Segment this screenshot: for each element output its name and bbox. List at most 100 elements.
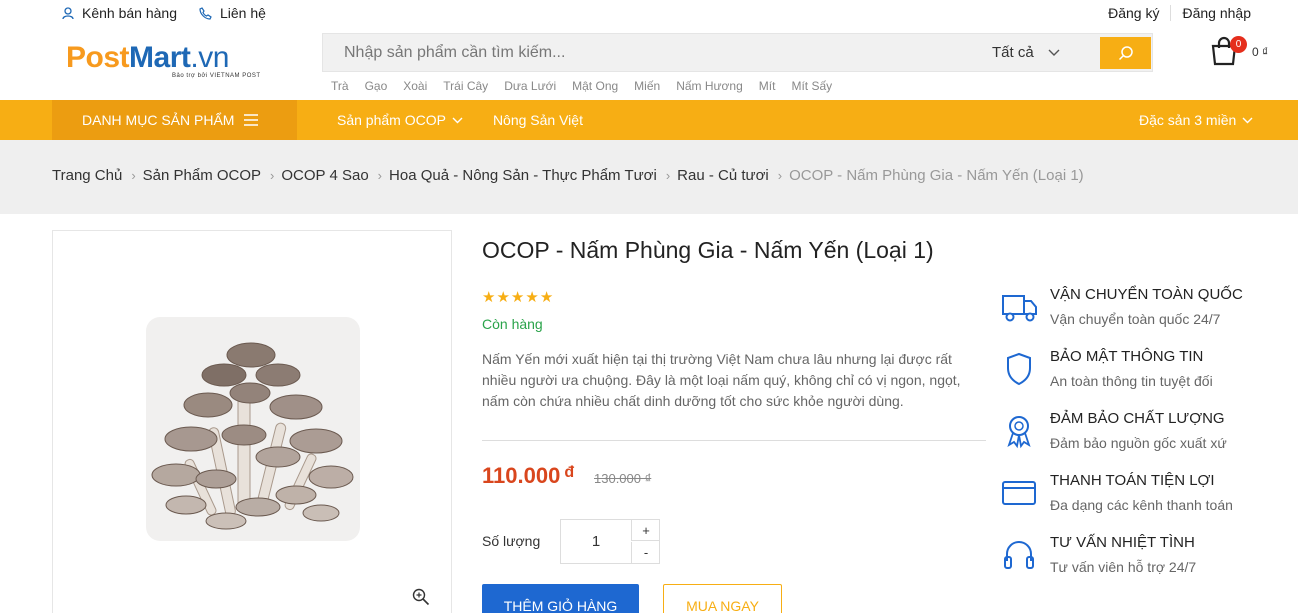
old-price: 130.000 ₫	[594, 471, 652, 486]
feature-security: BẢO MẬT THÔNG TIN An toàn thông tin tuyệ…	[1000, 348, 1290, 398]
zoom-in-icon	[412, 588, 430, 606]
search-tag[interactable]: Dưa Lưới	[504, 79, 556, 93]
chevron-right-icon: ›	[270, 168, 275, 183]
feature-title: TƯ VẤN NHIỆT TÌNH	[1050, 534, 1195, 551]
feature-quality: ĐẢM BẢO CHẤT LƯỢNG Đảm bảo nguồn gốc xuấ…	[1000, 410, 1290, 460]
search-tag[interactable]: Xoài	[403, 79, 427, 93]
feature-title: BẢO MẬT THÔNG TIN	[1050, 348, 1204, 365]
star-icon: ★	[482, 289, 496, 306]
popular-search-tags: Trà Gạo Xoài Trái Cây Dưa Lưới Mật Ong M…	[331, 79, 848, 93]
categories-label: DANH MỤC SẢN PHẨM	[82, 112, 235, 128]
search-button[interactable]	[1100, 37, 1151, 69]
register-link[interactable]: Đăng ký	[1097, 5, 1170, 21]
star-icon: ★	[525, 289, 539, 306]
rating-stars: ★ ★ ★ ★ ★	[482, 288, 553, 306]
buy-now-button[interactable]: MUA NGAY	[663, 584, 782, 613]
feature-support: TƯ VẤN NHIỆT TÌNH Tư vấn viên hỗ trợ 24/…	[1000, 534, 1290, 584]
stock-status: Còn hàng	[482, 316, 543, 332]
product-title: OCOP - Nấm Phùng Gia - Nấm Yến (Loại 1)	[482, 237, 934, 263]
search-tag[interactable]: Trà	[331, 79, 349, 93]
breadcrumb-item[interactable]: Rau - Củ tươi	[677, 167, 769, 185]
product-image-frame	[52, 230, 452, 613]
feature-subtitle: Tư vấn viên hỗ trợ 24/7	[1050, 559, 1197, 575]
feature-title: THANH TOÁN TIỆN LỢI	[1050, 472, 1215, 489]
user-icon	[62, 6, 74, 19]
nav-item-label: Sản phẩm OCOP	[337, 112, 446, 128]
feature-title: VẬN CHUYỂN TOÀN QUỐC	[1050, 286, 1243, 303]
contact-link[interactable]: Liên hệ	[199, 5, 266, 21]
search-icon	[1118, 46, 1133, 61]
chevron-down-icon	[452, 117, 463, 123]
nav-item-nong-san-viet[interactable]: Nông Sản Việt	[493, 112, 583, 128]
seller-channel-link[interactable]: Kênh bán hàng	[62, 5, 177, 21]
nav-item-dac-san[interactable]: Đặc sản 3 miền	[1139, 112, 1253, 128]
cart-count-badge: 0	[1230, 36, 1247, 53]
chevron-down-icon	[1048, 49, 1060, 56]
hamburger-icon	[244, 114, 259, 126]
search-category-label: Tất cả	[992, 44, 1034, 61]
feature-subtitle: An toàn thông tin tuyệt đối	[1050, 373, 1213, 389]
logo-tagline: Bảo trợ bởi VIETNAM POST	[172, 73, 261, 79]
feature-shipping: VẬN CHUYỂN TOÀN QUỐC Vận chuyển toàn quố…	[1000, 286, 1290, 336]
nav-item-label: Nông Sản Việt	[492, 112, 583, 128]
quantity-stepper: 1 + -	[560, 519, 660, 564]
breadcrumb-item[interactable]: OCOP 4 Sao	[281, 167, 368, 185]
cart-button[interactable]: 0 0 ₫	[1210, 36, 1268, 71]
postmart-logo[interactable]: PostMart.vn Bảo trợ bởi VIETNAM POST	[66, 42, 271, 84]
mushroom-illustration	[151, 342, 354, 530]
quantity-label: Số lượng	[482, 533, 541, 549]
search-tag[interactable]: Mật Ong	[572, 79, 618, 93]
star-icon: ★	[496, 289, 510, 306]
top-bar: Kênh bán hàng Liên hệ Đăng ký Đăng nhập	[0, 0, 1298, 28]
login-link[interactable]: Đăng nhập	[1170, 5, 1262, 21]
price-currency: đ	[564, 464, 575, 481]
chevron-right-icon: ›	[777, 168, 783, 183]
feature-payment: THANH TOÁN TIỆN LỢI Đa dạng các kênh tha…	[1000, 472, 1290, 522]
headphones-icon	[1004, 541, 1034, 569]
feature-subtitle: Đảm bảo nguồn gốc xuất xứ	[1050, 435, 1227, 451]
phone-icon	[199, 6, 212, 20]
credit-card-icon	[1002, 481, 1036, 505]
logo-text: PostMart.vn	[66, 41, 229, 74]
star-icon: ★	[510, 289, 525, 306]
chevron-right-icon: ›	[665, 168, 671, 183]
search-tag[interactable]: Mít	[759, 79, 776, 93]
feature-title: ĐẢM BẢO CHẤT LƯỢNG	[1050, 410, 1225, 427]
search-category-select[interactable]: Tất cả	[992, 44, 1060, 61]
add-to-cart-button[interactable]: THÊM GIỎ HÀNG	[482, 584, 639, 613]
quantity-input[interactable]: 1	[561, 520, 631, 563]
chevron-right-icon: ›	[131, 168, 136, 183]
star-icon: ★	[539, 289, 554, 306]
breadcrumb-item[interactable]: Sản Phẩm OCOP	[143, 167, 261, 185]
award-icon	[1007, 416, 1031, 449]
search-tag[interactable]: Trái Cây	[443, 79, 488, 93]
shield-icon	[1007, 352, 1031, 386]
quantity-increase-button[interactable]: +	[631, 520, 660, 541]
nav-item-ocop[interactable]: Sản phẩm OCOP	[337, 112, 463, 128]
breadcrumb-item[interactable]: Trang Chủ	[52, 167, 122, 185]
price-value: 110.000	[482, 463, 561, 488]
categories-menu-button[interactable]: DANH MỤC SẢN PHẨM	[52, 100, 297, 140]
quantity-decrease-button[interactable]: -	[631, 542, 660, 563]
search-tag[interactable]: Mít Sấy	[791, 79, 832, 93]
search-bar: Nhập sản phẩm cần tìm kiếm... Tất cả	[322, 33, 1153, 72]
breadcrumb: Trang Chủ › Sản Phẩm OCOP › OCOP 4 Sao ›…	[52, 167, 1084, 185]
seller-channel-label: Kênh bán hàng	[82, 5, 177, 21]
chevron-right-icon: ›	[377, 168, 383, 183]
main-nav: DANH MỤC SẢN PHẨM Sản phẩm OCOP Nông Sản…	[0, 100, 1298, 140]
breadcrumb-item[interactable]: Hoa Quả - Nông Sản - Thực Phẩm Tươi	[389, 167, 657, 185]
product-description: Nấm Yến mới xuất hiện tại thị trường Việ…	[482, 351, 961, 409]
search-tag[interactable]: Gạo	[365, 79, 388, 93]
breadcrumb-bar: Trang Chủ › Sản Phẩm OCOP › OCOP 4 Sao ›…	[0, 140, 1298, 214]
cart-total: 0 ₫	[1252, 45, 1269, 59]
product-price: 110.000 đ	[482, 463, 574, 489]
search-tag[interactable]: Nấm Hương	[676, 79, 743, 93]
product-photo[interactable]	[146, 317, 360, 541]
search-input[interactable]: Nhập sản phẩm cần tìm kiếm...	[344, 44, 565, 62]
breadcrumb-current: OCOP - Nấm Phùng Gia - Nấm Yến (Loại 1)	[789, 167, 1084, 184]
search-tag[interactable]: Miến	[634, 79, 660, 93]
nav-item-label: Đặc sản 3 miền	[1139, 112, 1237, 128]
truck-icon	[1002, 295, 1037, 322]
zoom-in-button[interactable]	[412, 588, 430, 611]
feature-subtitle: Vận chuyển toàn quốc 24/7	[1050, 311, 1221, 327]
